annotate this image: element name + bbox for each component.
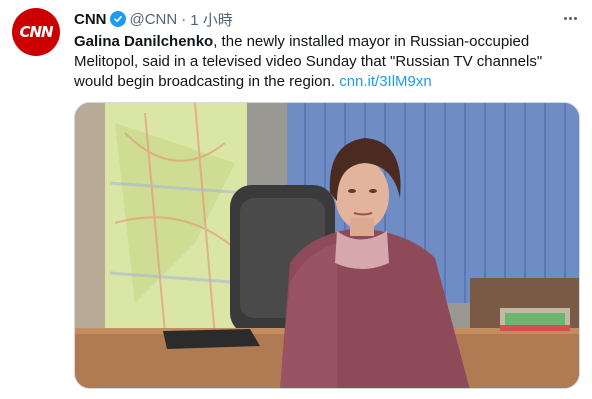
video-thumbnail[interactable] <box>74 102 580 389</box>
tweet-card[interactable]: CNN CNN @CNN · 1 小時 Galina Danilchenko, … <box>0 0 592 399</box>
more-options-icon[interactable] <box>558 8 582 28</box>
tweet-text: Galina Danilchenko, the newly installed … <box>74 32 574 92</box>
display-name[interactable]: CNN <box>74 11 107 28</box>
tweet-text-line3: would begin broadcasting in the region. <box>74 73 336 90</box>
tweet-header: CNN @CNN · 1 小時 <box>74 9 233 29</box>
video-frame-image <box>75 103 579 388</box>
handle[interactable]: @CNN <box>130 11 178 28</box>
tweet-link[interactable]: cnn.it/3IlM9xn <box>339 73 432 90</box>
avatar[interactable]: CNN <box>12 8 60 56</box>
tweet-text-line1: , the newly installed mayor in Russian-o… <box>213 33 530 50</box>
tweet-text-line2: Melitopol, said in a televised video Sun… <box>74 53 543 70</box>
timestamp[interactable]: 1 小時 <box>190 9 233 30</box>
separator-dot: · <box>181 10 187 28</box>
cnn-logo-text: CNN <box>19 23 53 41</box>
tweet-text-bold-name: Galina Danilchenko <box>74 33 214 50</box>
verified-badge-icon <box>109 11 126 27</box>
